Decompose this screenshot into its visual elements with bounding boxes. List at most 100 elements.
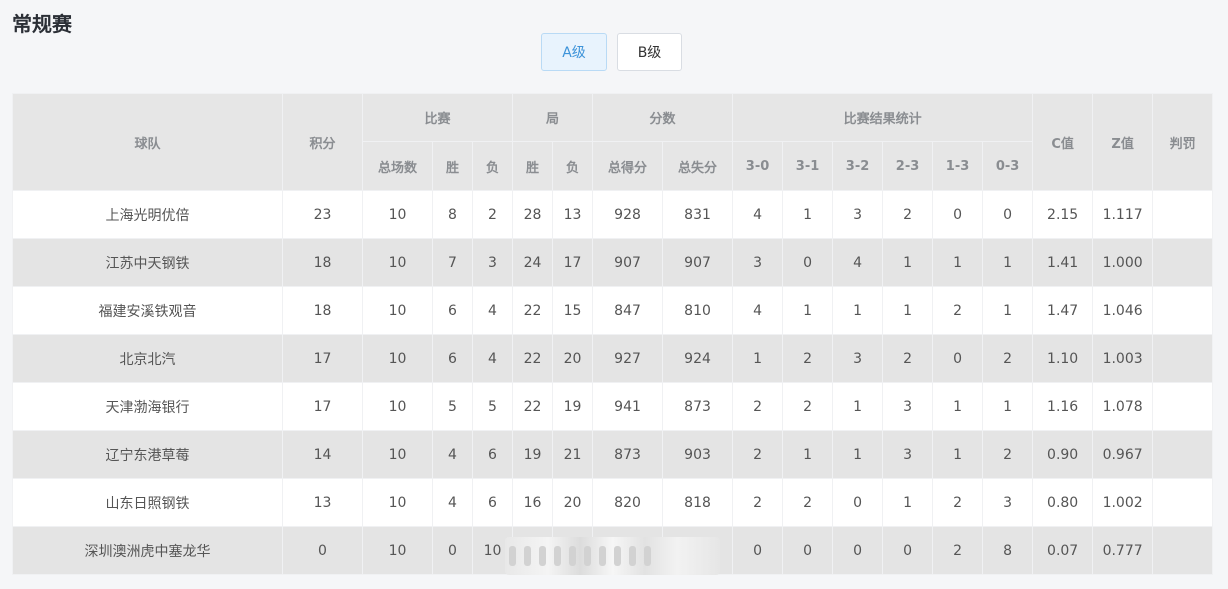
total-matches-cell: 10 (362, 334, 433, 383)
page-title: 常规赛 (12, 12, 72, 36)
set-win-cell: 16 (512, 478, 554, 527)
result-2-3-cell: 0 (882, 526, 934, 575)
result-0-3-cell: 0 (982, 190, 1034, 239)
match-loss-cell: 6 (471, 430, 514, 479)
penalty-cell (1152, 334, 1214, 383)
set-loss-cell: 13 (552, 190, 594, 239)
header-set-loss: 负 (552, 141, 594, 191)
match-win-cell: 6 (432, 334, 473, 383)
header-penalty: 判罚 (1152, 93, 1214, 191)
result-3-1-cell: 0 (782, 526, 834, 575)
result-3-2-cell: 4 (832, 238, 884, 287)
result-1-3-cell: 1 (932, 238, 984, 287)
set-loss-cell: 17 (552, 238, 594, 287)
c-value-cell: 1.10 (1032, 334, 1094, 383)
set-win-cell: 24 (512, 238, 554, 287)
tab-level-b[interactable]: B级 (617, 33, 682, 71)
points-against-cell: 907 (662, 238, 734, 287)
total-matches-cell: 10 (362, 430, 433, 479)
points-for-cell: 907 (592, 238, 664, 287)
header-match-win: 胜 (432, 141, 473, 191)
penalty-cell (1152, 190, 1214, 239)
header-sets: 局 (512, 93, 594, 142)
total-matches-cell: 10 (362, 238, 433, 287)
header-total-matches: 总场数 (362, 141, 433, 191)
match-loss-cell: 2 (471, 190, 514, 239)
match-win-cell: 5 (432, 382, 473, 431)
header-team: 球队 (12, 93, 283, 191)
penalty-cell (1152, 238, 1214, 287)
result-0-3-cell: 1 (982, 286, 1034, 335)
table-row: 山东日照钢铁 13 10 4 6 16 20 820 818 2 2 0 1 2 3 0.80 1.002 (12, 478, 1214, 527)
result-3-0-cell: 0 (732, 526, 784, 575)
table-row: 上海光明优倍 23 10 8 2 28 13 928 831 4 1 3 2 0 0 2.15 1.117 (12, 190, 1214, 239)
result-1-3-cell: 2 (932, 286, 984, 335)
points-against-cell: 873 (662, 382, 734, 431)
z-value-cell: 1.046 (1092, 286, 1154, 335)
total-matches-cell: 10 (362, 190, 433, 239)
set-loss-cell: 15 (552, 286, 594, 335)
z-value-cell: 0.777 (1092, 526, 1154, 575)
total-matches-cell: 10 (362, 286, 433, 335)
result-1-3-cell: 2 (932, 526, 984, 575)
set-win-cell: 22 (512, 334, 554, 383)
set-loss-cell: 19 (552, 382, 594, 431)
result-2-3-cell: 1 (882, 478, 934, 527)
set-loss-cell: 20 (552, 334, 594, 383)
set-win-cell: 28 (512, 190, 554, 239)
c-value-cell: 1.47 (1032, 286, 1094, 335)
header-result-1-3: 1-3 (932, 141, 984, 191)
points-cell: 17 (282, 334, 363, 383)
header-z-value: Z值 (1092, 93, 1154, 191)
team-name-cell: 江苏中天钢铁 (12, 238, 283, 287)
result-2-3-cell: 2 (882, 334, 934, 383)
standings-page: 常规赛 A级 B级 球队 积分 比赛 局 分数 比赛结果统计 C值 Z值 判罚 … (0, 0, 1228, 589)
header-set-win: 胜 (512, 141, 554, 191)
header-points-for: 总得分 (592, 141, 664, 191)
penalty-cell (1152, 526, 1214, 575)
points-for-cell: 927 (592, 334, 664, 383)
c-value-cell: 0.80 (1032, 478, 1094, 527)
result-0-3-cell: 1 (982, 238, 1034, 287)
result-2-3-cell: 2 (882, 190, 934, 239)
points-against-cell: 903 (662, 430, 734, 479)
match-win-cell: 6 (432, 286, 473, 335)
result-1-3-cell: 0 (932, 190, 984, 239)
table-row: 江苏中天钢铁 18 10 7 3 24 17 907 907 3 0 4 1 1 1 1.41 1.000 (12, 238, 1214, 287)
standings-table: 球队 积分 比赛 局 分数 比赛结果统计 C值 Z值 判罚 总场数 胜 负 胜 … (12, 93, 1214, 575)
z-value-cell: 1.000 (1092, 238, 1154, 287)
set-win-cell: 19 (512, 430, 554, 479)
result-3-2-cell: 0 (832, 526, 884, 575)
header-score: 分数 (592, 93, 734, 142)
penalty-cell (1152, 430, 1214, 479)
result-1-3-cell: 2 (932, 478, 984, 527)
table-body: 上海光明优倍 23 10 8 2 28 13 928 831 4 1 3 2 0 0 2.15 1.117 江苏中… (12, 190, 1214, 575)
header-matches: 比赛 (361, 93, 514, 142)
points-against-cell: 818 (662, 478, 734, 527)
team-name-cell: 辽宁东港草莓 (12, 430, 283, 479)
points-cell: 18 (282, 286, 363, 335)
c-value-cell: 0.07 (1032, 526, 1094, 575)
points-cell: 13 (282, 478, 363, 527)
result-0-3-cell: 2 (982, 430, 1034, 479)
result-3-1-cell: 2 (782, 478, 834, 527)
result-3-0-cell: 4 (732, 286, 784, 335)
z-value-cell: 1.003 (1092, 334, 1154, 383)
result-3-2-cell: 3 (832, 334, 884, 383)
z-value-cell: 1.078 (1092, 382, 1154, 431)
c-value-cell: 1.41 (1032, 238, 1094, 287)
c-value-cell: 2.15 (1032, 190, 1094, 239)
header-result-2-3: 2-3 (882, 141, 934, 191)
table-row: 北京北汽 17 10 6 4 22 20 927 924 1 2 3 2 0 2 1.10 1.003 (12, 334, 1214, 383)
total-matches-cell: 10 (362, 478, 433, 527)
result-3-2-cell: 1 (832, 382, 884, 431)
points-against-cell: 810 (662, 286, 734, 335)
points-cell: 18 (282, 238, 363, 287)
header-result-0-3: 0-3 (982, 141, 1034, 191)
result-3-0-cell: 2 (732, 382, 784, 431)
table-row: 福建安溪铁观音 18 10 6 4 22 15 847 810 4 1 1 1 2 1 1.47 1.046 (12, 286, 1214, 335)
result-0-3-cell: 8 (982, 526, 1034, 575)
c-value-cell: 0.90 (1032, 430, 1094, 479)
tab-level-a[interactable]: A级 (541, 33, 607, 71)
match-win-cell: 7 (432, 238, 473, 287)
